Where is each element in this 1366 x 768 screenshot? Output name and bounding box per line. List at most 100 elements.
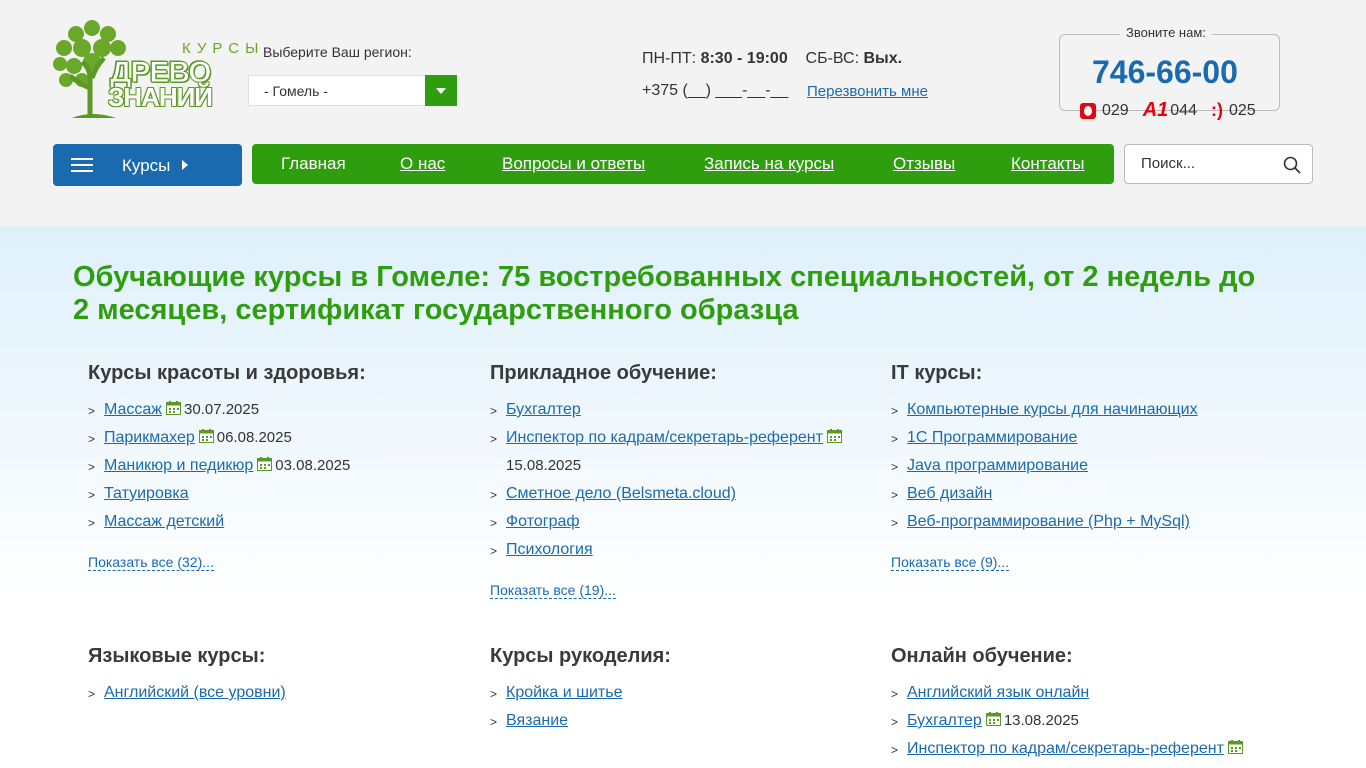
course-link[interactable]: 1С Программирование xyxy=(907,429,1077,446)
main-phone-number[interactable]: 746-66-00 xyxy=(1092,54,1238,91)
list-item: Веб-программирование (Php + MySql) xyxy=(891,508,1281,537)
course-link[interactable]: Маникюр и педикюр xyxy=(104,457,253,474)
calendar-icon xyxy=(1227,740,1243,754)
course-link[interactable]: Бухгалтер xyxy=(506,401,581,418)
course-link[interactable]: Веб дизайн xyxy=(907,485,992,502)
course-date: 13.08.2025 xyxy=(1003,712,1079,729)
course-date: 15.08.2025 xyxy=(506,457,582,474)
callback-link[interactable]: Перезвонить мне xyxy=(807,83,928,100)
list-item: 1С Программирование xyxy=(891,424,1281,453)
nav-item-reviews[interactable]: Отзывы xyxy=(893,154,955,174)
list-item: Бухгалтер 13.08.2025 xyxy=(891,707,1281,736)
operator-a1[interactable]: A1 044 xyxy=(1143,99,1197,122)
site-header: КУРСЫ ДРЕВО ЗНАНИЙ Выберите Ваш регион: … xyxy=(0,0,1366,226)
show-all-link[interactable]: Показать все (19)... xyxy=(490,582,616,599)
region-select[interactable]: - Гомель - xyxy=(248,75,457,106)
section-online: Онлайн обучение: Английский язык онлайн … xyxy=(891,645,1281,764)
list-item: Сметное дело (Belsmeta.cloud) xyxy=(490,480,880,509)
list-item: Английский язык онлайн xyxy=(891,679,1281,708)
courses-menu-button[interactable]: Курсы xyxy=(53,144,242,186)
course-link[interactable]: Фотограф xyxy=(506,513,580,530)
list-item: Массаж детский xyxy=(88,508,478,537)
list-item: Фотограф xyxy=(490,508,880,537)
nav-item-home[interactable]: Главная xyxy=(281,154,346,174)
course-link[interactable]: Психология xyxy=(506,541,593,558)
list-item: Маникюр и педикюр 03.08.2025 xyxy=(88,452,478,481)
list-item: Английский (все уровни) xyxy=(88,679,478,708)
operator-mts[interactable]: 029 xyxy=(1080,102,1129,120)
course-list: Английский язык онлайн Бухгалтер 13.08.20… xyxy=(891,679,1281,764)
course-list: Кройка и шитье Вязание xyxy=(490,679,880,736)
mts-icon xyxy=(1080,102,1096,119)
course-link[interactable]: Инспектор по кадрам/секретарь-референт xyxy=(907,740,1224,757)
section-title: Курсы рукоделия: xyxy=(490,645,671,667)
chevron-right-icon xyxy=(182,160,188,170)
course-link[interactable]: Сметное дело (Belsmeta.cloud) xyxy=(506,485,736,502)
life-icon: :) xyxy=(1210,100,1223,120)
course-link[interactable]: Веб-программирование (Php + MySql) xyxy=(907,513,1190,530)
section-it: IT курсы: Компьютерные курсы для начинаю… xyxy=(891,362,1281,571)
show-all-link[interactable]: Показать все (9)... xyxy=(891,554,1010,571)
operator-code: 044 xyxy=(1170,101,1197,119)
calendar-icon xyxy=(198,429,214,443)
search-icon[interactable] xyxy=(1283,156,1301,174)
course-link[interactable]: Английский язык онлайн xyxy=(907,684,1089,701)
section-handicraft: Курсы рукоделия: Кройка и шитье Вязание xyxy=(490,645,880,736)
calendar-icon xyxy=(257,457,273,471)
section-beauty: Курсы красоты и здоровья: Массаж 30.07.20… xyxy=(88,362,478,571)
chevron-down-icon[interactable] xyxy=(425,75,457,106)
phone-mask-input[interactable]: +375 (__) ___-__-__ xyxy=(642,82,788,100)
list-item: Бухгалтер xyxy=(490,396,880,425)
course-link[interactable]: Татуировка xyxy=(104,485,189,502)
nav-item-enroll[interactable]: Запись на курсы xyxy=(704,154,834,174)
main-content: Обучающие курсы в Гомеле: 75 востребован… xyxy=(0,226,1366,768)
working-hours: ПН-ПТ: 8:30 - 19:00 СБ-ВС: Вых. xyxy=(642,50,902,68)
course-link[interactable]: Массаж xyxy=(104,401,162,418)
calendar-icon xyxy=(166,401,182,415)
course-link[interactable]: Массаж детский xyxy=(104,513,224,530)
course-link[interactable]: Java программирование xyxy=(907,457,1088,474)
course-link[interactable]: Парикмахер xyxy=(104,429,195,446)
operator-code: 025 xyxy=(1228,101,1256,119)
main-nav: Главная О нас Вопросы и ответы Запись на… xyxy=(252,144,1114,184)
nav-item-faq[interactable]: Вопросы и ответы xyxy=(502,154,645,174)
section-applied: Прикладное обучение: Бухгалтер Инспектор… xyxy=(490,362,880,599)
course-link[interactable]: Инспектор по кадрам/секретарь-референт xyxy=(506,429,823,446)
list-item: Вязание xyxy=(490,707,880,736)
nav-item-about[interactable]: О нас xyxy=(400,154,445,174)
list-item: Java программирование xyxy=(891,452,1281,481)
course-link[interactable]: Вязание xyxy=(506,712,568,729)
course-link[interactable]: Кройка и шитье xyxy=(506,684,622,701)
calendar-icon xyxy=(826,429,842,443)
course-link[interactable]: Английский (все уровни) xyxy=(104,684,286,701)
course-link[interactable]: Компьютерные курсы для начинающих xyxy=(907,401,1198,418)
course-date: 30.07.2025 xyxy=(184,401,260,418)
logo-word-znaniy: ЗНАНИЙ xyxy=(108,82,213,112)
course-date: 06.08.2025 xyxy=(216,429,292,446)
region-label: Выберите Ваш регион: xyxy=(263,44,412,60)
headline-bold: Обучающие курсы в Гомеле: xyxy=(73,261,490,293)
list-item: Инспектор по кадрам/секретарь-референт 15… xyxy=(490,424,880,480)
weekday-time: 8:30 - 19:00 xyxy=(700,50,788,67)
course-date: 03.08.2025 xyxy=(275,457,351,474)
section-languages: Языковые курсы: Английский (все уровни) xyxy=(88,645,478,708)
list-item: Кройка и шитье xyxy=(490,679,880,708)
operator-life[interactable]: :) 025 xyxy=(1211,100,1256,121)
weekend-label: СБ-ВС: xyxy=(805,50,860,67)
list-item: Компьютерные курсы для начинающих xyxy=(891,396,1281,425)
show-all-link[interactable]: Показать все (32)... xyxy=(88,554,214,571)
course-link[interactable]: Бухгалтер xyxy=(907,712,982,729)
section-title: Онлайн обучение: xyxy=(891,645,1073,667)
courses-menu-label: Курсы xyxy=(122,156,171,175)
operator-code: 029 xyxy=(1102,101,1129,119)
section-title: Прикладное обучение: xyxy=(490,362,717,384)
weekday-label: ПН-ПТ: xyxy=(642,50,697,67)
course-list: Английский (все уровни) xyxy=(88,679,478,708)
logo[interactable]: КУРСЫ ДРЕВО ЗНАНИЙ xyxy=(52,18,258,120)
nav-item-contacts[interactable]: Контакты xyxy=(1011,154,1084,174)
search-input[interactable] xyxy=(1141,155,1281,172)
a1-icon: A1 xyxy=(1142,99,1169,121)
section-title: Курсы красоты и здоровья: xyxy=(88,362,366,384)
course-list: Бухгалтер Инспектор по кадрам/секретарь-… xyxy=(490,396,880,565)
course-list: Массаж 30.07.2025 Парикмахер 06.08.2025 Ма… xyxy=(88,396,478,537)
